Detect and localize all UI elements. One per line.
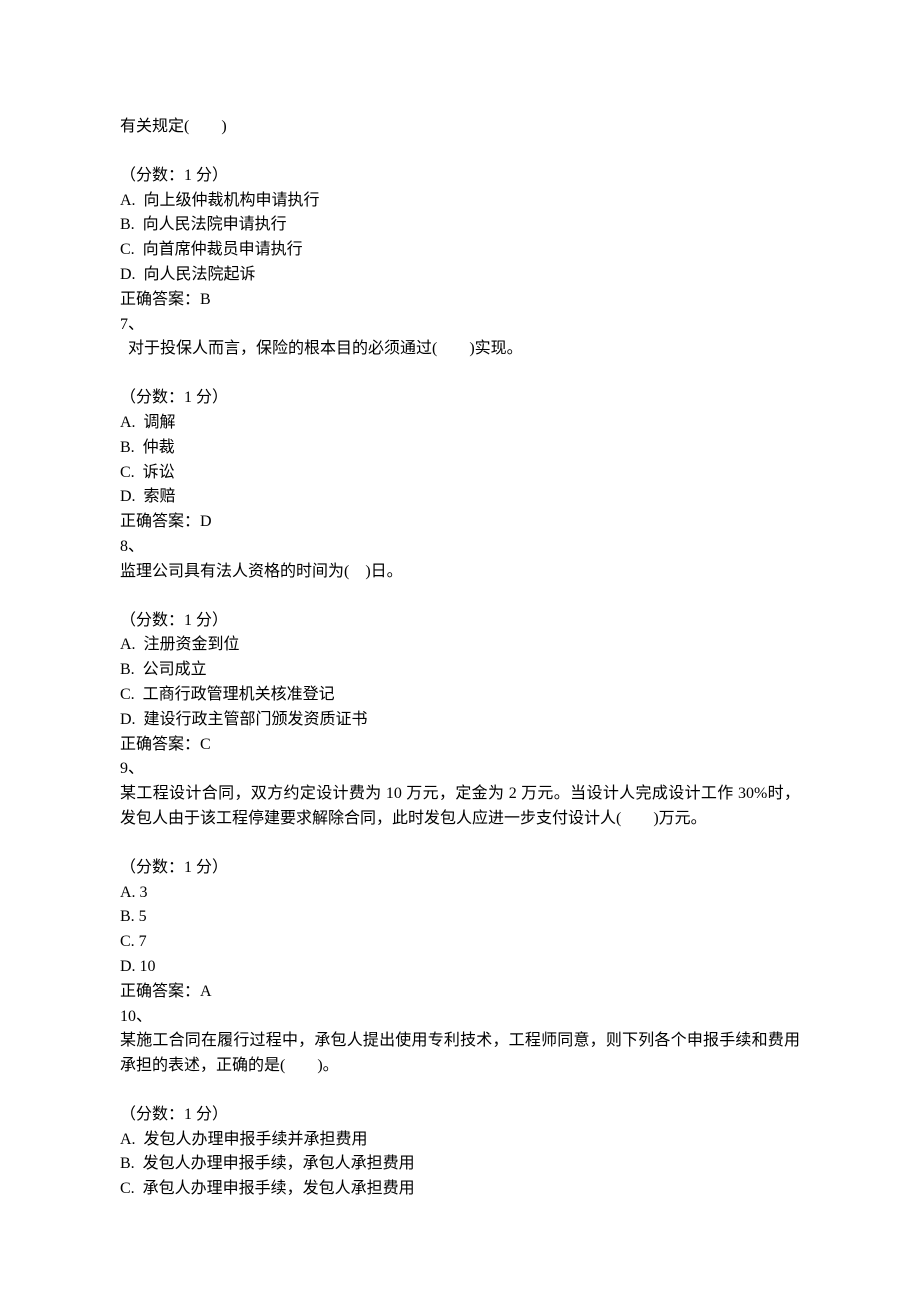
score-line: （分数：1 分） (120, 386, 800, 411)
stem-text: 某工程设计合同，双方约定设计费为 10 万元，定金为 2 万元。当设计人完成设计… (120, 782, 800, 832)
document-page: 有关规定( ) （分数：1 分） A. 向上级仲裁机构申请执行 B. 向人民法院… (0, 0, 920, 1302)
option-a: A. 向上级仲裁机构申请执行 (120, 189, 800, 214)
option-c: C. 承包人办理申报手续，发包人承担费用 (120, 1177, 800, 1202)
option-b: B. 发包人办理申报手续，承包人承担费用 (120, 1152, 800, 1177)
option-b: B. 仲裁 (120, 436, 800, 461)
answer-line: 正确答案：A (120, 980, 800, 1005)
score-line: （分数：1 分） (120, 609, 800, 634)
option-a: A. 发包人办理申报手续并承担费用 (120, 1128, 800, 1153)
question-number: 10、 (120, 1005, 800, 1030)
option-c: C. 诉讼 (120, 461, 800, 486)
question-7: 7、 对于投保人而言，保险的根本目的必须通过( )实现。 （分数：1 分） A.… (120, 313, 800, 535)
question-10: 10、 某施工合同在履行过程中，承包人提出使用专利技术，工程师同意，则下列各个申… (120, 1005, 800, 1203)
question-9: 9、 某工程设计合同，双方约定设计费为 10 万元，定金为 2 万元。当设计人完… (120, 757, 800, 1004)
option-d: D. 向人民法院起诉 (120, 263, 800, 288)
stem-tail: 有关规定( ) (120, 115, 800, 140)
option-a: A. 注册资金到位 (120, 633, 800, 658)
question-number: 8、 (120, 535, 800, 560)
score-line: （分数：1 分） (120, 1103, 800, 1128)
stem-text: 对于投保人而言，保险的根本目的必须通过( )实现。 (120, 337, 800, 362)
option-d: D. 索赔 (120, 485, 800, 510)
answer-line: 正确答案：D (120, 510, 800, 535)
stem-text: 某施工合同在履行过程中，承包人提出使用专利技术，工程师同意，则下列各个申报手续和… (120, 1029, 800, 1079)
question-number: 9、 (120, 757, 800, 782)
answer-line: 正确答案：B (120, 288, 800, 313)
stem-text: 监理公司具有法人资格的时间为( )日。 (120, 560, 800, 585)
option-a: A. 调解 (120, 411, 800, 436)
option-b: B. 向人民法院申请执行 (120, 213, 800, 238)
score-line: （分数：1 分） (120, 856, 800, 881)
option-c: C. 工商行政管理机关核准登记 (120, 683, 800, 708)
question-6-fragment: 有关规定( ) （分数：1 分） A. 向上级仲裁机构申请执行 B. 向人民法院… (120, 115, 800, 313)
option-d: D. 10 (120, 955, 800, 980)
option-b: B. 公司成立 (120, 658, 800, 683)
question-number: 7、 (120, 313, 800, 338)
option-b: B. 5 (120, 905, 800, 930)
option-a: A. 3 (120, 881, 800, 906)
score-line: （分数：1 分） (120, 164, 800, 189)
answer-line: 正确答案：C (120, 733, 800, 758)
option-d: D. 建设行政主管部门颁发资质证书 (120, 708, 800, 733)
question-8: 8、 监理公司具有法人资格的时间为( )日。 （分数：1 分） A. 注册资金到… (120, 535, 800, 757)
option-c: C. 向首席仲裁员申请执行 (120, 238, 800, 263)
option-c: C. 7 (120, 930, 800, 955)
